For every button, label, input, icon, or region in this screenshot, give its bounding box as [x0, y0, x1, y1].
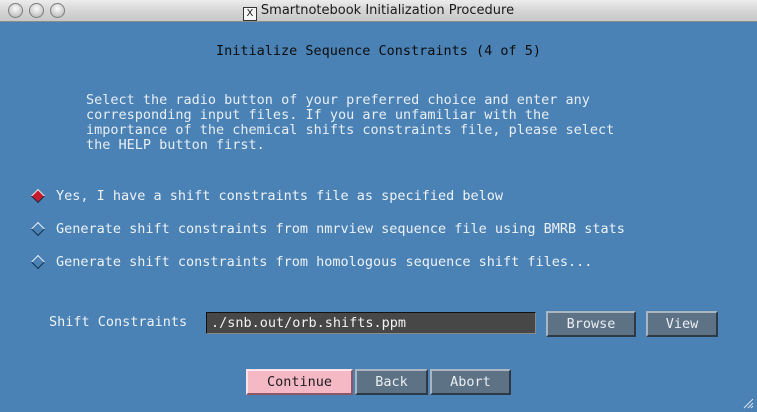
- radio-option-label: Generate shift constraints from nmrview …: [56, 221, 625, 237]
- shift-constraints-label: Shift Constraints: [49, 314, 188, 330]
- dialog-content: Initialize Sequence Constraints (4 of 5)…: [0, 22, 757, 412]
- x11-icon: X: [242, 7, 257, 21]
- back-button[interactable]: Back: [355, 369, 428, 395]
- window-title: Smartnotebook Initialization Procedure: [260, 3, 515, 18]
- radio-option-generate-from-homologous[interactable]: Generate shift constraints from homologo…: [30, 253, 592, 271]
- radio-diamond-icon[interactable]: [30, 254, 46, 270]
- browse-button[interactable]: Browse: [546, 311, 636, 337]
- radio-option-label: Generate shift constraints from homologo…: [56, 254, 593, 270]
- continue-button[interactable]: Continue: [246, 369, 353, 395]
- shift-constraints-input[interactable]: [206, 312, 536, 334]
- abort-button[interactable]: Abort: [430, 369, 511, 395]
- radio-diamond-icon[interactable]: [30, 188, 46, 204]
- resize-grip-icon[interactable]: [742, 397, 754, 409]
- radio-diamond-icon[interactable]: [30, 221, 46, 237]
- radio-option-have-shift-file[interactable]: Yes, I have a shift constraints file as …: [30, 187, 503, 205]
- instructions-line: the HELP button first.: [86, 137, 265, 153]
- title-bar: X Smartnotebook Initialization Procedure: [0, 0, 757, 22]
- radio-option-generate-from-nmrview[interactable]: Generate shift constraints from nmrview …: [30, 220, 625, 238]
- instructions-line: importance of the chemical shifts constr…: [86, 122, 615, 138]
- window-title-group: X Smartnotebook Initialization Procedure: [0, 3, 757, 21]
- instructions-line: corresponding input files. If you are un…: [86, 107, 550, 123]
- instructions-line: Select the radio button of your preferre…: [86, 92, 590, 108]
- instructions-text: Select the radio button of your preferre…: [86, 93, 686, 153]
- radio-option-label: Yes, I have a shift constraints file as …: [56, 188, 504, 204]
- view-button[interactable]: View: [646, 311, 718, 337]
- page-heading: Initialize Sequence Constraints (4 of 5): [215, 43, 542, 59]
